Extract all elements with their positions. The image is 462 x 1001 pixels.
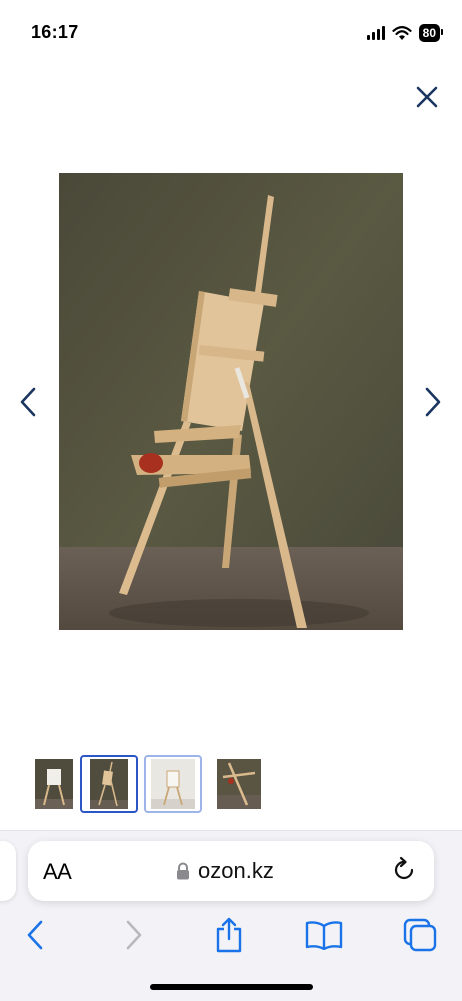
browser-bar: AA ozon.kz — [0, 830, 462, 1001]
tabs-icon — [403, 918, 437, 952]
signal-icon — [366, 26, 385, 40]
thumbnail-4[interactable] — [210, 755, 268, 813]
easel-photo — [59, 173, 403, 630]
browser-toolbar — [0, 913, 462, 963]
status-icons: 80 — [366, 22, 444, 44]
product-image-easel[interactable] — [59, 173, 403, 630]
image-viewer — [0, 150, 462, 650]
previous-image-button[interactable] — [14, 385, 42, 419]
back-icon — [27, 920, 43, 950]
thumbnail-strip — [0, 755, 462, 817]
forward-button[interactable] — [112, 915, 156, 955]
back-button[interactable] — [13, 915, 57, 955]
tabs-button[interactable] — [398, 915, 442, 955]
text-size-button[interactable]: AA — [43, 859, 72, 885]
previous-tab-edge[interactable] — [0, 841, 16, 901]
thumbnail-2-selected[interactable] — [80, 755, 138, 813]
home-indicator — [150, 984, 313, 990]
url-display[interactable]: ozon.kz — [176, 858, 274, 884]
reload-icon — [394, 856, 414, 880]
close-button[interactable] — [412, 82, 442, 112]
bookmarks-button[interactable] — [302, 915, 346, 955]
forward-icon — [126, 920, 142, 950]
battery-indicator: 80 — [418, 24, 444, 42]
status-time: 16:17 — [31, 22, 79, 42]
lock-icon — [177, 862, 189, 880]
reload-button[interactable] — [390, 856, 418, 884]
share-button[interactable] — [207, 915, 251, 955]
chevron-right-icon — [425, 387, 441, 417]
thumbnail-1[interactable] — [25, 755, 83, 813]
address-bar[interactable]: AA ozon.kz — [28, 841, 434, 901]
status-bar: 16:17 80 — [0, 0, 462, 64]
thumbnail-3[interactable] — [144, 755, 202, 813]
share-icon — [216, 917, 242, 953]
close-icon — [416, 86, 438, 108]
chevron-left-icon — [20, 387, 36, 417]
wifi-icon — [392, 25, 412, 40]
url-text: ozon.kz — [198, 858, 274, 883]
bookmarks-icon — [305, 921, 343, 950]
next-image-button[interactable] — [419, 385, 447, 419]
